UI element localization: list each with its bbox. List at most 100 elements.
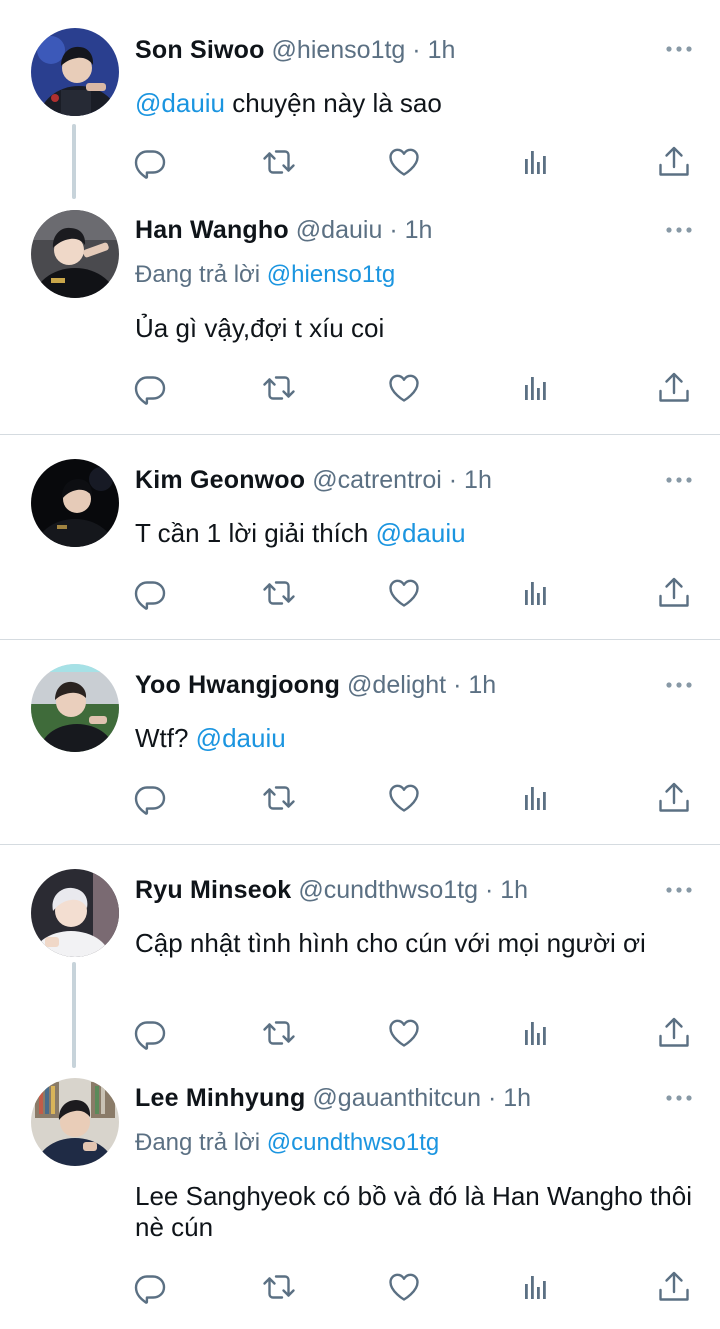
tweet[interactable]: Lee Minhyung @gauanthitcun · 1h Đang trả…	[0, 1068, 720, 1329]
like-button[interactable]	[387, 576, 421, 610]
display-name[interactable]: Kim Geonwoo	[135, 466, 305, 494]
timestamp[interactable]: 1h	[428, 36, 456, 64]
tweet-text: Wtf? @dauiu	[135, 723, 705, 754]
tweet[interactable]: Ryu Minseok @cundthwso1tg · 1h Cập nhật …	[0, 845, 720, 1075]
timestamp[interactable]: 1h	[464, 466, 492, 494]
more-icon[interactable]	[664, 475, 694, 485]
separator-dot: ·	[389, 216, 398, 244]
avatar[interactable]	[31, 210, 119, 298]
avatar[interactable]	[31, 1078, 119, 1166]
like-button[interactable]	[387, 371, 421, 405]
share-button[interactable]	[657, 1270, 691, 1304]
share-button[interactable]	[657, 371, 691, 405]
mention-link[interactable]: @dauiu	[135, 88, 225, 118]
display-name[interactable]: Han Wangho	[135, 216, 289, 244]
share-icon	[657, 145, 691, 179]
retweet-button[interactable]	[262, 1270, 296, 1304]
separator-dot: ·	[484, 876, 494, 904]
share-button[interactable]	[657, 145, 691, 179]
tweet-text-content: chuyện này là sao	[225, 88, 442, 118]
tweet[interactable]: Yoo Hwangjoong @delight · 1h Wtf? @dauiu	[0, 640, 720, 845]
reply-icon	[133, 1270, 167, 1304]
more-icon[interactable]	[664, 885, 694, 895]
avatar[interactable]	[31, 28, 119, 116]
mention-link[interactable]: @hienso1tg	[267, 261, 395, 288]
user-handle[interactable]: @dauiu	[296, 216, 383, 244]
display-name[interactable]: Son Siwoo	[135, 36, 265, 64]
tweet-text: Cập nhật tình hình cho cún với mọi người…	[135, 928, 646, 958]
user-handle[interactable]: @catrentroi	[312, 466, 442, 494]
reply-icon	[133, 1016, 167, 1050]
user-handle[interactable]: @cundthwso1tg	[298, 876, 478, 904]
retweet-button[interactable]	[262, 576, 296, 610]
share-button[interactable]	[657, 576, 691, 610]
tweet-actions	[0, 145, 720, 181]
retweet-button[interactable]	[262, 1016, 296, 1050]
user-handle[interactable]: @hienso1tg	[272, 36, 406, 64]
reply-button[interactable]	[133, 576, 167, 610]
analytics-button[interactable]	[519, 781, 553, 815]
mention-link[interactable]: @cundthwso1tg	[267, 1129, 439, 1156]
replying-to: Đang trả lời @cundthwso1tg	[135, 1128, 439, 1158]
timestamp[interactable]: 1h	[503, 1084, 531, 1112]
share-button[interactable]	[657, 1016, 691, 1050]
timestamp[interactable]: 1h	[405, 216, 433, 244]
more-icon[interactable]	[664, 1093, 694, 1103]
tweet-header: Yoo Hwangjoong @delight · 1h	[135, 670, 660, 700]
user-handle[interactable]: @gauanthitcun	[312, 1084, 481, 1112]
heart-icon	[387, 145, 421, 179]
avatar[interactable]	[31, 869, 119, 957]
avatar[interactable]	[31, 459, 119, 547]
like-button[interactable]	[387, 781, 421, 815]
heart-icon	[387, 576, 421, 610]
tweet[interactable]: Son Siwoo @hienso1tg · 1h @dauiu chuyện …	[0, 0, 720, 210]
analytics-button[interactable]	[519, 145, 553, 179]
analytics-icon	[519, 371, 553, 405]
reply-button[interactable]	[133, 371, 167, 405]
analytics-button[interactable]	[519, 1016, 553, 1050]
timestamp[interactable]: 1h	[500, 876, 528, 904]
retweet-button[interactable]	[262, 781, 296, 815]
like-button[interactable]	[387, 1016, 421, 1050]
heart-icon	[387, 1270, 421, 1304]
retweet-button[interactable]	[262, 371, 296, 405]
analytics-button[interactable]	[519, 371, 553, 405]
retweet-icon	[262, 781, 296, 815]
display-name[interactable]: Lee Minhyung	[135, 1084, 305, 1112]
tweet-text-content: T cần 1 lời giải thích	[135, 518, 376, 548]
reply-icon	[133, 576, 167, 610]
analytics-icon	[519, 576, 553, 610]
tweet[interactable]: Han Wangho @dauiu · 1h Đang trả lời @hie…	[0, 200, 720, 435]
reply-button[interactable]	[133, 781, 167, 815]
tweet-text: @dauiu chuyện này là sao	[135, 88, 705, 119]
reply-button[interactable]	[133, 145, 167, 179]
separator-dot: ·	[412, 36, 421, 64]
reply-button[interactable]	[133, 1270, 167, 1304]
reply-icon	[133, 145, 167, 179]
like-button[interactable]	[387, 1270, 421, 1304]
display-name[interactable]: Yoo Hwangjoong	[135, 671, 340, 699]
tweet[interactable]: Kim Geonwoo @catrentroi · 1h T cần 1 lời…	[0, 435, 720, 640]
tweet-header: Son Siwoo @hienso1tg · 1h	[135, 35, 660, 65]
retweet-button[interactable]	[262, 145, 296, 179]
like-button[interactable]	[387, 145, 421, 179]
timestamp[interactable]: 1h	[468, 671, 496, 699]
reply-button[interactable]	[133, 1016, 167, 1050]
share-button[interactable]	[657, 781, 691, 815]
user-handle[interactable]: @delight	[347, 671, 446, 699]
more-icon[interactable]	[664, 680, 694, 690]
mention-link[interactable]: @dauiu	[196, 723, 286, 753]
reply-icon	[133, 371, 167, 405]
retweet-icon	[262, 1270, 296, 1304]
heart-icon	[387, 371, 421, 405]
analytics-button[interactable]	[519, 576, 553, 610]
more-icon[interactable]	[664, 225, 694, 235]
mention-link[interactable]: @dauiu	[376, 518, 466, 548]
more-icon[interactable]	[664, 44, 694, 54]
replying-to-label: Đang trả lời	[135, 1129, 267, 1156]
share-icon	[657, 576, 691, 610]
avatar[interactable]	[31, 664, 119, 752]
analytics-button[interactable]	[519, 1270, 553, 1304]
display-name[interactable]: Ryu Minseok	[135, 876, 291, 904]
tweet-header: Lee Minhyung @gauanthitcun · 1h	[135, 1083, 660, 1113]
